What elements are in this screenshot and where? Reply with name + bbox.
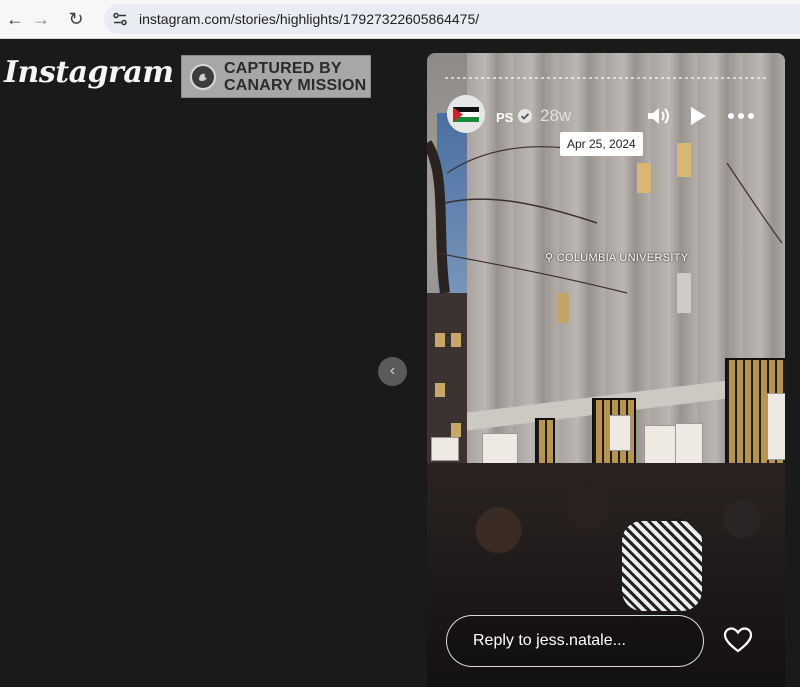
protest-sign [767, 393, 785, 460]
story-progress-bar [445, 77, 767, 79]
watermark-text: CAPTURED BY CANARY MISSION [224, 60, 367, 94]
reply-input[interactable]: Reply to jess.natale... [446, 615, 704, 667]
back-button[interactable]: ← [2, 6, 28, 32]
address-bar[interactable]: instagram.com/stories/highlights/1792732… [104, 4, 800, 34]
reply-placeholder: Reply to jess.natale... [473, 632, 626, 649]
story-viewer[interactable]: PS 28w Apr 25, 2024 ⚲ COLUMBIA UNIVERSIT… [427, 53, 785, 687]
previous-story-button[interactable]: ‹ [378, 357, 407, 386]
story-username[interactable]: PS [496, 110, 513, 125]
reload-button[interactable]: ↻ [63, 6, 89, 32]
watermark-stamp: CAPTURED BY CANARY MISSION [181, 55, 371, 98]
arrow-left-icon: ← [6, 9, 24, 29]
protest-sign [431, 437, 459, 461]
more-icon[interactable] [727, 105, 755, 127]
protest-sign [644, 425, 676, 465]
location-pin-icon: ⚲ [545, 252, 554, 264]
reload-icon: ↻ [68, 9, 84, 29]
story-age[interactable]: 28w [540, 106, 571, 126]
site-info-icon[interactable] [112, 11, 128, 27]
browser-toolbar: ← → ↻ instagram.com/stories/highlights/1… [0, 0, 800, 39]
story-keffiyeh [622, 521, 702, 611]
verified-badge-icon [518, 109, 532, 123]
heart-icon[interactable] [723, 626, 753, 654]
avatar[interactable] [447, 95, 485, 133]
speaker-icon[interactable] [646, 105, 670, 127]
canary-bird-icon [190, 64, 216, 90]
protest-sign [482, 433, 518, 465]
chevron-left-icon: ‹ [389, 362, 396, 379]
date-tooltip: Apr 25, 2024 [560, 132, 643, 156]
location-sticker[interactable]: ⚲ COLUMBIA UNIVERSITY [545, 251, 688, 264]
forward-button[interactable]: → [28, 6, 54, 32]
location-label: COLUMBIA UNIVERSITY [556, 252, 689, 264]
instagram-logo[interactable]: Instagram [4, 55, 174, 90]
arrow-right-icon: → [32, 9, 50, 29]
play-icon[interactable] [686, 105, 710, 127]
url-text[interactable]: instagram.com/stories/highlights/1792732… [139, 11, 479, 27]
protest-sign [609, 415, 631, 451]
palestine-flag-icon [447, 95, 485, 133]
